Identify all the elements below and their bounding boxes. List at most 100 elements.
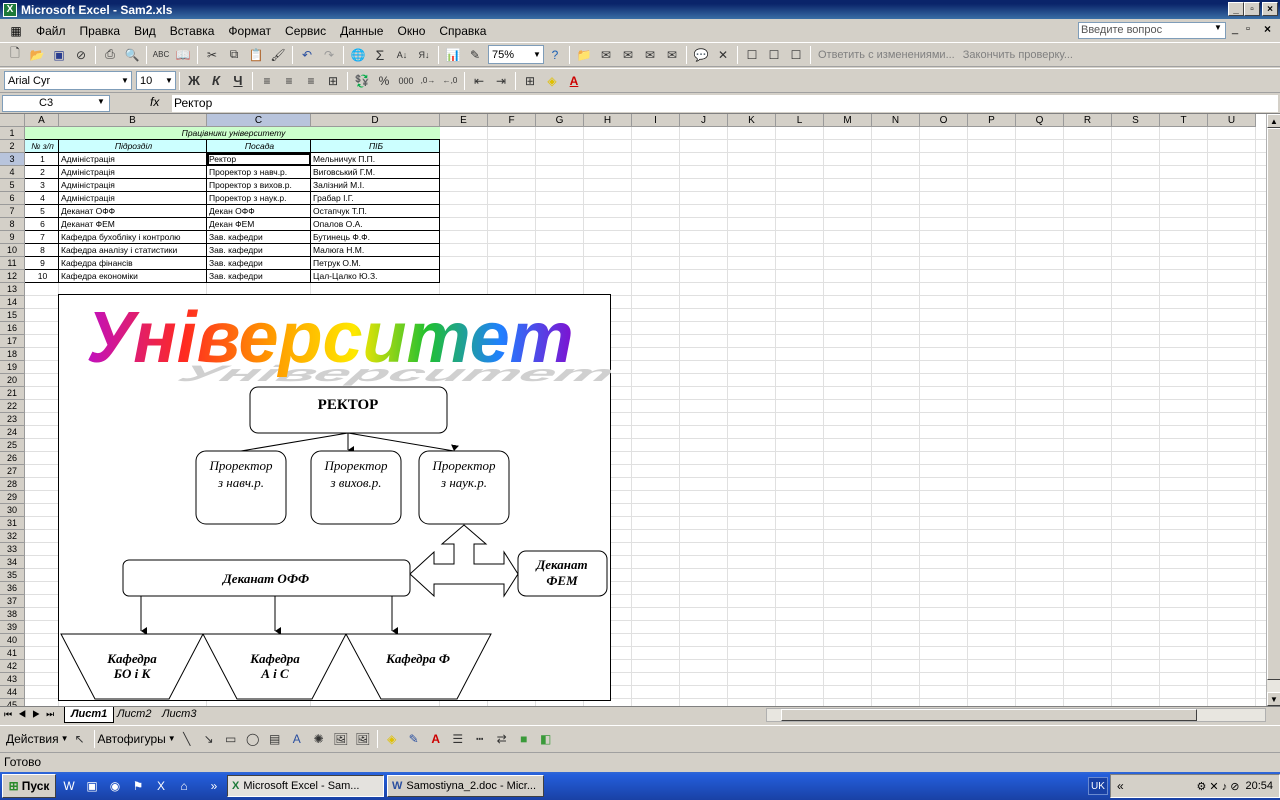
delete-comment-icon[interactable]: ✕	[712, 45, 734, 65]
menu-view[interactable]: Вид	[127, 24, 163, 38]
table-cell[interactable]: 2	[25, 166, 59, 179]
align-left-icon[interactable]: ≡	[256, 71, 278, 91]
increase-indent-icon[interactable]: ⇥	[490, 71, 512, 91]
comment-icon[interactable]: 💬	[690, 45, 712, 65]
table-header-cell[interactable]: № з/п	[25, 140, 59, 153]
textbox-icon[interactable]: ▤	[264, 729, 286, 749]
tab-sheet3[interactable]: Лист3	[156, 707, 202, 723]
mail-icon[interactable]: ✉	[595, 45, 617, 65]
column-header-r[interactable]: R	[1064, 114, 1112, 127]
column-header-k[interactable]: K	[728, 114, 776, 127]
column-header-n[interactable]: N	[872, 114, 920, 127]
help-icon[interactable]: ?	[544, 45, 566, 65]
font-select[interactable]: Arial Cyr ▼	[4, 71, 132, 90]
table-cell[interactable]: Мельничук П.П.	[311, 153, 440, 166]
language-indicator[interactable]: UK	[1088, 777, 1108, 795]
column-header-q[interactable]: Q	[1016, 114, 1064, 127]
tray-icons[interactable]: ⚙ ✕ ♪ ⊘	[1197, 780, 1240, 793]
table-cell[interactable]: 8	[25, 244, 59, 257]
print-preview-icon[interactable]: 🔍	[121, 45, 143, 65]
tray-expand-icon[interactable]: «	[1117, 779, 1124, 793]
name-box[interactable]: C3	[2, 95, 110, 112]
track-icon[interactable]: ☐	[741, 45, 763, 65]
reply-with-changes-button[interactable]: Ответить с изменениями...	[818, 49, 955, 61]
row-header-22[interactable]: 22	[0, 400, 25, 413]
column-header-t[interactable]: T	[1160, 114, 1208, 127]
minimize-button[interactable]: _	[1228, 2, 1244, 16]
table-cell[interactable]: Адміністрація	[59, 192, 207, 205]
row-header-24[interactable]: 24	[0, 426, 25, 439]
table-cell[interactable]: Остапчук Т.П.	[311, 205, 440, 218]
drawing-toggle-icon[interactable]: ✎	[464, 45, 486, 65]
row-header-16[interactable]: 16	[0, 322, 25, 335]
column-header-i[interactable]: I	[632, 114, 680, 127]
doc-minimize-button[interactable]: _	[1232, 23, 1238, 35]
row-header-43[interactable]: 43	[0, 673, 25, 686]
table-cell[interactable]: Проректор з навч.р.	[207, 166, 311, 179]
menu-window[interactable]: Окно	[390, 24, 432, 38]
hyperlink-icon[interactable]: 🌐	[347, 45, 369, 65]
row-header-4[interactable]: 4	[0, 166, 25, 179]
row-header-33[interactable]: 33	[0, 543, 25, 556]
copy-icon[interactable]: ⧉	[223, 45, 245, 65]
column-header-p[interactable]: P	[968, 114, 1016, 127]
merge-center-icon[interactable]: ⊞	[322, 71, 344, 91]
currency-icon[interactable]: 💱	[351, 71, 373, 91]
row-header-12[interactable]: 12	[0, 270, 25, 283]
table-cell[interactable]: Проректор з наук.р.	[207, 192, 311, 205]
row-header-29[interactable]: 29	[0, 491, 25, 504]
decrease-decimal-icon[interactable]: ←,0	[439, 71, 461, 91]
increase-decimal-icon[interactable]: ,0→	[417, 71, 439, 91]
percent-icon[interactable]: %	[373, 71, 395, 91]
table-cell[interactable]: Опалов О.А.	[311, 218, 440, 231]
row-header-13[interactable]: 13	[0, 283, 25, 296]
start-button[interactable]: ⊞ Пуск	[2, 774, 56, 798]
arrow-style-icon[interactable]: ⇄	[491, 729, 513, 749]
active-cell[interactable]: Ректор	[207, 153, 311, 166]
menu-edit[interactable]: Правка	[73, 24, 128, 38]
column-header-j[interactable]: J	[680, 114, 728, 127]
thousands-icon[interactable]: 000	[395, 71, 417, 91]
table-cell[interactable]: 9	[25, 257, 59, 270]
menu-file[interactable]: Файл	[29, 24, 73, 38]
menu-help[interactable]: Справка	[432, 24, 493, 38]
column-header-d[interactable]: D	[311, 114, 440, 127]
doc-restore-button[interactable]: ▫	[1246, 23, 1250, 35]
row-header-15[interactable]: 15	[0, 309, 25, 322]
actions-menu[interactable]: Действия	[6, 732, 59, 746]
clipart-icon[interactable]: 🖼	[330, 729, 352, 749]
column-header-s[interactable]: S	[1112, 114, 1160, 127]
row-header-2[interactable]: 2	[0, 140, 25, 153]
research-icon[interactable]: 📖	[172, 45, 194, 65]
sort-asc-icon[interactable]: A↓	[391, 45, 413, 65]
shadow-icon[interactable]: ■	[513, 729, 535, 749]
zoom-select[interactable]: 75% ▼	[488, 45, 544, 64]
row-header-45[interactable]: 45	[0, 699, 25, 706]
table-cell[interactable]: 5	[25, 205, 59, 218]
column-header-e[interactable]: E	[440, 114, 488, 127]
fill-color-icon[interactable]: ◈	[541, 71, 563, 91]
fill-color-icon[interactable]: ◈	[381, 729, 403, 749]
formula-input[interactable]: Ректор	[172, 95, 1278, 112]
line-color-icon[interactable]: ✎	[403, 729, 425, 749]
row-header-21[interactable]: 21	[0, 387, 25, 400]
word-quicklaunch-icon[interactable]: W	[59, 776, 79, 796]
row-header-34[interactable]: 34	[0, 556, 25, 569]
row-header-11[interactable]: 11	[0, 257, 25, 270]
table-cell[interactable]: 7	[25, 231, 59, 244]
help-search-input[interactable]: Введите вопрос	[1078, 22, 1226, 39]
column-header-o[interactable]: O	[920, 114, 968, 127]
table-cell[interactable]: Бутинець Ф.Ф.	[311, 231, 440, 244]
row-header-9[interactable]: 9	[0, 231, 25, 244]
table-cell[interactable]: 1	[25, 153, 59, 166]
row-header-26[interactable]: 26	[0, 452, 25, 465]
table-cell[interactable]: Кафедра бухобліку і контролю	[59, 231, 207, 244]
spelling-icon[interactable]: ABC	[150, 45, 172, 65]
arrow-icon[interactable]: ↘	[198, 729, 220, 749]
save-quicklaunch-icon[interactable]: ▣	[82, 776, 102, 796]
tab-sheet1[interactable]: Лист1	[64, 707, 115, 723]
save-icon[interactable]: ▣	[48, 45, 70, 65]
route-icon[interactable]: ✉	[617, 45, 639, 65]
column-header-h[interactable]: H	[584, 114, 632, 127]
column-header-a[interactable]: A	[25, 114, 59, 127]
